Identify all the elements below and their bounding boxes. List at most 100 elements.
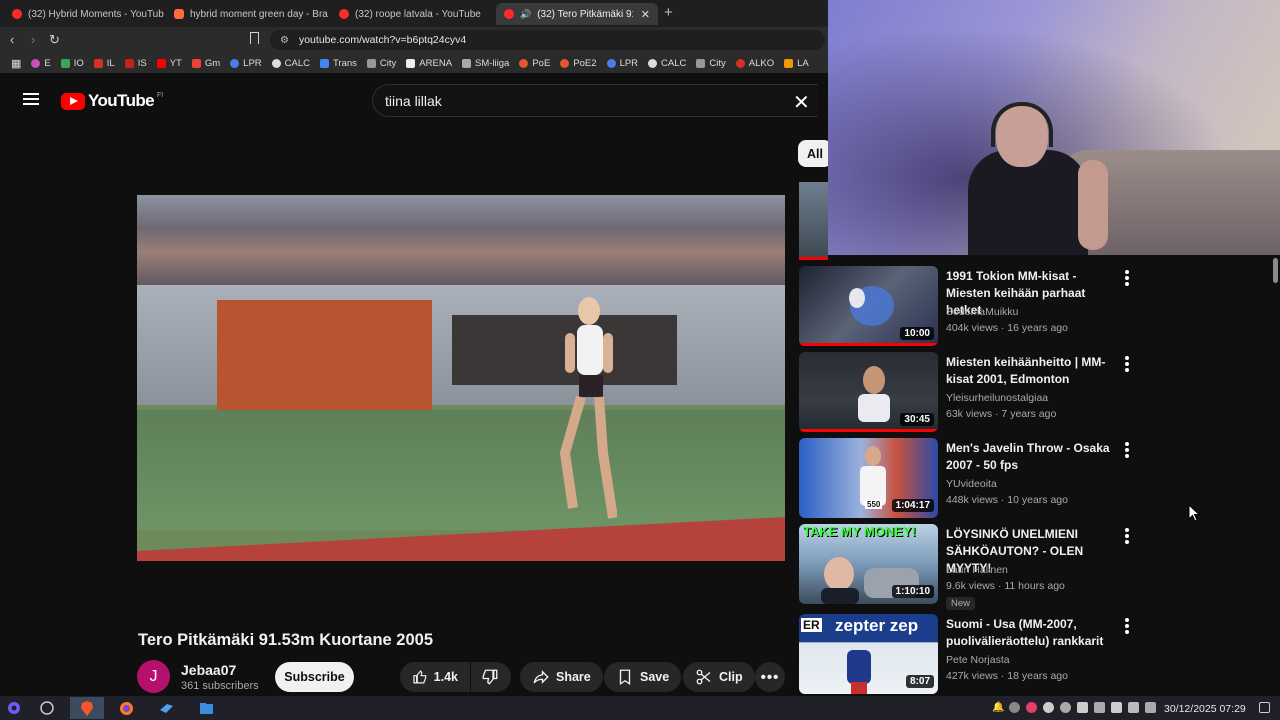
video-thumbnail[interactable]: 550 1:04:17: [799, 438, 938, 518]
bookmark-item[interactable]: LPR: [225, 58, 266, 69]
recommendation-title[interactable]: Suomi - Usa (MM-2007, puolivälieräottelu…: [946, 616, 1121, 650]
save-button[interactable]: Save: [604, 662, 682, 692]
more-vert-icon[interactable]: [1125, 356, 1129, 372]
bookmark-item[interactable]: CALC: [643, 58, 691, 69]
steam-tray-icon[interactable]: [1009, 702, 1020, 713]
dislike-button[interactable]: [471, 662, 511, 692]
bookmark-label: LPR: [243, 57, 262, 69]
youtube-favicon-icon: [504, 9, 514, 19]
share-button[interactable]: Share: [520, 662, 603, 692]
recommendation-channel[interactable]: Yleisurheilunostalgiaa: [946, 392, 1048, 404]
page-scrollbar[interactable]: [1271, 255, 1280, 695]
activities-icon[interactable]: [36, 697, 58, 719]
more-actions-button[interactable]: •••: [755, 662, 785, 692]
bookmark-icon[interactable]: [250, 32, 259, 44]
microphone-icon[interactable]: [1111, 702, 1122, 713]
recommendation-item[interactable]: ER zepter zep 8:07 Suomi - Usa (MM-2007,…: [799, 614, 1139, 696]
display-icon[interactable]: [1128, 702, 1139, 713]
recommendation-channel[interactable]: Pete Norjasta: [946, 654, 1010, 666]
recommendation-thumbnail[interactable]: [799, 182, 828, 260]
recommendation-title[interactable]: Miesten keihäänheitto | MM-kisat 2001, E…: [946, 354, 1121, 388]
bookmark-label: CALC: [661, 57, 687, 69]
bookmark-item[interactable]: ALKO: [731, 58, 779, 69]
bookmark-item[interactable]: ARENA: [401, 58, 457, 69]
system-clock[interactable]: 30/12/2025 07:29: [1164, 703, 1246, 715]
volume-icon[interactable]: [1077, 702, 1088, 713]
bookmark-item[interactable]: LA: [779, 58, 814, 69]
avatar-letter: J: [149, 667, 158, 685]
apps-grid-icon[interactable]: ▦: [6, 57, 26, 70]
bookmark-item[interactable]: LPR: [602, 58, 643, 69]
browser-tab[interactable]: (32) Hybrid Moments - YouTube: [4, 3, 164, 25]
file-manager-icon[interactable]: [195, 697, 217, 719]
recommendation-channel[interactable]: YUvideoita: [946, 478, 997, 490]
more-vert-icon[interactable]: [1125, 528, 1129, 544]
site-info-icon[interactable]: ⚙: [280, 35, 289, 46]
os-taskbar: [0, 696, 1280, 720]
bookmark-item[interactable]: SM-liiga: [457, 58, 514, 69]
more-vert-icon[interactable]: [1125, 442, 1129, 458]
bookmark-item[interactable]: City: [691, 58, 730, 69]
like-button[interactable]: 1.4k: [400, 662, 470, 692]
bookmark-item[interactable]: PoE: [514, 58, 555, 69]
recommendation-channel[interactable]: SodomaMuikku: [946, 306, 1018, 318]
recommendation-item[interactable]: 10:00 1991 Tokion MM-kisat - Miesten kei…: [799, 266, 1139, 348]
video-thumbnail[interactable]: ER zepter zep 8:07: [799, 614, 938, 694]
recommendation-title[interactable]: Men's Javelin Throw - Osaka 2007 - 50 fp…: [946, 440, 1121, 474]
bookmark-item[interactable]: IS: [120, 58, 152, 69]
video-player[interactable]: [137, 195, 785, 561]
steam-icon[interactable]: [155, 697, 177, 719]
recommendation-item[interactable]: TAKE MY MONEY! 1:10:10 LÖYSINKÖ UNELMIEN…: [799, 524, 1139, 610]
subscribe-button[interactable]: Subscribe: [275, 662, 354, 692]
like-count: 1.4k: [433, 670, 458, 684]
bookmark-item[interactable]: PoE2: [555, 58, 601, 69]
bookmark-item[interactable]: YT: [152, 58, 187, 69]
clear-search-icon[interactable]: ✕: [793, 90, 810, 115]
notification-icon[interactable]: 🔔: [992, 702, 1004, 713]
close-tab-icon[interactable]: ✕: [641, 8, 650, 21]
recommendation-item[interactable]: 550 1:04:17 Men's Javelin Throw - Osaka …: [799, 438, 1139, 520]
browser-tab-active[interactable]: 🔊 (32) Tero Pitkämäki 91.53 ✕: [496, 3, 658, 25]
browser-tab[interactable]: (32) roope latvala - YouTube: [331, 3, 493, 25]
forward-icon[interactable]: ›: [31, 32, 35, 47]
media-tray-icon[interactable]: [1060, 702, 1071, 713]
filter-chip-all[interactable]: All: [798, 140, 832, 167]
more-vert-icon[interactable]: [1125, 618, 1129, 634]
search-input[interactable]: tiina lillak: [372, 84, 818, 117]
record-tray-icon[interactable]: [1026, 702, 1037, 713]
bookmark-item[interactable]: Gm: [187, 58, 225, 69]
recommendation-item[interactable]: 30:45 Miesten keihäänheitto | MM-kisat 2…: [799, 352, 1139, 434]
show-desktop-icon[interactable]: [1259, 702, 1270, 713]
video-frame-crowd: [137, 195, 785, 290]
address-bar[interactable]: ⚙ youtube.com/watch?v=b6ptq24cyv4: [270, 30, 825, 50]
bookmark-item[interactable]: IO: [56, 58, 89, 69]
menu-icon[interactable]: [23, 93, 39, 105]
bookmark-item[interactable]: Trans: [315, 58, 362, 69]
bookmark-label: PoE: [532, 57, 551, 69]
bookmark-item[interactable]: E: [26, 58, 55, 69]
brave-browser-icon[interactable]: [70, 697, 104, 719]
video-thumbnail[interactable]: 30:45: [799, 352, 938, 432]
start-menu-icon[interactable]: [3, 697, 25, 719]
video-thumbnail[interactable]: 10:00: [799, 266, 938, 346]
bookmark-item[interactable]: CALC: [267, 58, 315, 69]
reload-icon[interactable]: ↻: [49, 32, 60, 48]
firefox-icon[interactable]: [115, 697, 137, 719]
back-icon[interactable]: ‹: [10, 32, 14, 47]
bookmark-label: CALC: [284, 57, 310, 69]
recommendation-channel[interactable]: Lauri Halinen: [946, 564, 1008, 576]
clipboard-icon[interactable]: [1094, 702, 1105, 713]
more-vert-icon[interactable]: [1125, 270, 1129, 286]
channel-avatar[interactable]: J: [137, 660, 170, 693]
network-icon[interactable]: [1145, 702, 1156, 713]
new-tab-icon[interactable]: +: [664, 4, 673, 21]
bookmark-item[interactable]: City: [362, 58, 401, 69]
clip-button[interactable]: Clip: [683, 662, 755, 692]
sync-tray-icon[interactable]: [1043, 702, 1054, 713]
video-thumbnail[interactable]: TAKE MY MONEY! 1:10:10: [799, 524, 938, 604]
channel-name[interactable]: Jebaa07: [181, 662, 236, 678]
youtube-logo[interactable]: YouTube FI: [61, 91, 163, 111]
bookmark-item[interactable]: IL: [89, 58, 120, 69]
scrollbar-thumb[interactable]: [1273, 258, 1278, 283]
browser-tab[interactable]: hybrid moment green day - Bra: [166, 3, 328, 25]
